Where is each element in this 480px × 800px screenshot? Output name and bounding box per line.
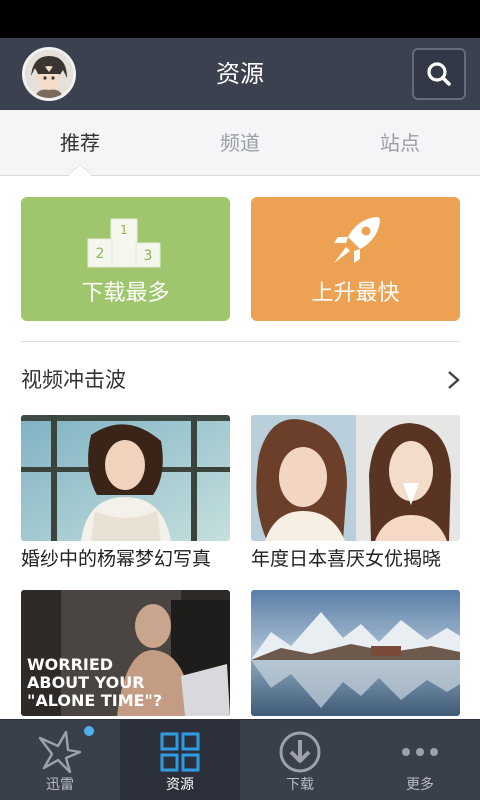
status-bar [0,0,480,38]
app-header: 资源 [0,38,480,110]
podium-icon: 1 2 3 [87,218,161,268]
nav-download[interactable]: 下载 [240,720,360,800]
notification-badge [84,726,94,736]
overlay-line-2: ABOUT YOUR [27,673,145,692]
video-image-2 [251,415,460,541]
nav-download-label: 下载 [286,777,314,793]
tab-channels[interactable]: 频道 [160,130,320,156]
video-thumbnail-1[interactable] [21,415,230,541]
search-icon [427,62,451,86]
overlay-line-1: WORRIED [27,655,113,674]
video-thumbnail-3[interactable]: WORRIED ABOUT YOUR "ALONE TIME"? [21,590,230,716]
nav-resources[interactable]: 资源 [120,720,240,800]
most-downloaded-label: 下载最多 [81,281,170,306]
tab-sites[interactable]: 站点 [320,130,480,156]
more-dots-icon [402,748,438,756]
nav-more[interactable]: 更多 [360,720,480,800]
bottom-navigation: 迅雷 资源 下载 更多 [0,719,480,800]
video-image-1 [21,415,230,541]
chevron-right-icon[interactable] [445,370,463,390]
grid-icon [160,732,200,772]
nav-more-label: 更多 [406,777,434,793]
video-thumbnail-4[interactable] [251,590,460,716]
fastest-rising-card[interactable]: 上升最快 [251,197,460,321]
thunder-bird-icon [38,730,82,774]
video-thumbnail-2[interactable] [251,415,460,541]
video-image-3: WORRIED ABOUT YOUR "ALONE TIME"? [21,590,230,716]
video-caption-1: 婚纱中的杨幂梦幻写真 [21,548,212,570]
rocket-icon [334,217,380,263]
download-icon [279,731,321,773]
video-caption-2: 年度日本喜厌女优揭晓 [251,548,442,570]
podium-second-label: 2 [96,246,105,262]
nav-thunder[interactable]: 迅雷 [0,720,120,800]
most-downloaded-card[interactable]: 1 2 3 下载最多 [21,197,230,321]
tab-recommend[interactable]: 推荐 [0,130,160,156]
nav-resources-label: 资源 [166,777,194,793]
video-image-4 [251,590,460,716]
section-title[interactable]: 视频冲击波 [21,367,126,393]
fastest-rising-label: 上升最快 [311,281,400,306]
active-tab-indicator [68,165,92,176]
overlay-line-3: "ALONE TIME"? [27,691,162,710]
page-title: 资源 [216,60,264,88]
podium-first-label: 1 [120,223,128,237]
search-button[interactable] [412,48,466,100]
nav-thunder-label: 迅雷 [46,777,74,793]
section-divider [21,341,460,342]
podium-third-label: 3 [144,248,153,264]
